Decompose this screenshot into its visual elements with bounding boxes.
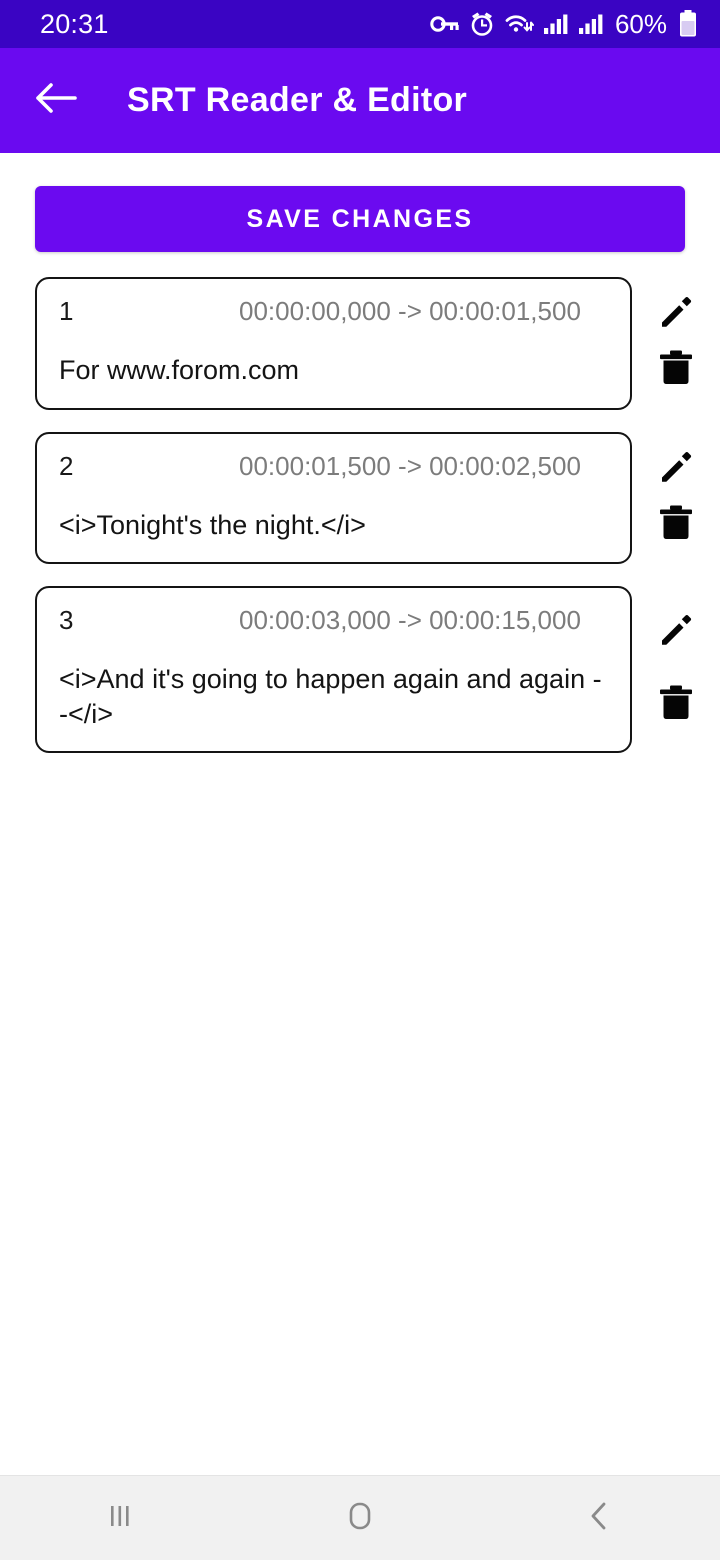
chevron-left-icon [583,1499,617,1538]
subtitle-list: 1 00:00:00,000 -> 00:00:01,500 For www.f… [0,252,720,754]
subtitle-text: <i>Tonight's the night.</i> [59,509,366,540]
recent-apps-icon [103,1499,137,1538]
subtitle-card-header: 3 00:00:03,000 -> 00:00:15,000 [59,605,608,636]
subtitle-card[interactable]: 2 00:00:01,500 -> 00:00:02,500 <i>Tonigh… [35,431,632,565]
subtitle-actions [632,277,720,410]
pencil-icon [655,609,697,656]
status-icon-group: 60% [430,9,698,40]
app-bar: SRT Reader & Editor [0,48,720,153]
subtitle-timestamp: 00:00:01,500 -> 00:00:02,500 [239,450,581,481]
delete-button[interactable] [650,679,702,731]
battery-icon [678,10,698,38]
subtitle-row: 3 00:00:03,000 -> 00:00:15,000 <i>And it… [0,586,720,754]
battery-percent-label: 60% [614,8,667,39]
back-button[interactable] [28,73,84,129]
edit-button[interactable] [650,289,702,341]
subtitle-timestamp: 00:00:00,000 -> 00:00:01,500 [239,296,581,326]
save-changes-button[interactable]: SAVE CHANGES [35,186,685,252]
subtitle-card-header: 2 00:00:01,500 -> 00:00:02,500 [59,451,608,482]
subtitle-index: 3 [59,605,74,636]
trash-icon [656,501,696,548]
subtitle-card[interactable]: 3 00:00:03,000 -> 00:00:15,000 <i>And it… [35,586,632,754]
subtitle-card[interactable]: 1 00:00:00,000 -> 00:00:01,500 For www.f… [35,277,632,410]
signal-2-icon [578,12,604,36]
edit-button[interactable] [650,606,702,658]
main-content: SAVE CHANGES 1 00:00:00,000 -> 00:00:01,… [0,153,720,1475]
signal-1-icon [543,12,569,36]
wifi-icon [504,12,534,37]
subtitle-row: 1 00:00:00,000 -> 00:00:01,500 For www.f… [0,277,720,410]
edit-button[interactable] [650,443,702,495]
subtitle-index: 1 [59,296,74,326]
trash-icon [656,346,696,393]
subtitle-actions [632,586,720,753]
recent-apps-button[interactable] [60,1483,180,1553]
vpn-key-icon [430,12,460,36]
subtitle-card-header: 1 00:00:00,000 -> 00:00:01,500 [59,296,608,327]
pencil-icon [655,446,697,493]
status-bar: 20:31 60% [0,0,720,48]
home-button[interactable] [300,1483,420,1553]
home-icon [342,1498,378,1539]
subtitle-row: 2 00:00:01,500 -> 00:00:02,500 <i>Tonigh… [0,431,720,565]
subtitle-actions [632,432,720,565]
phone-screen: 20:31 60% SRT Reader & Editor SAVE CHANG… [0,0,720,1560]
delete-button[interactable] [650,344,702,396]
nav-back-button[interactable] [540,1483,660,1553]
alarm-icon [469,11,495,37]
save-button-container: SAVE CHANGES [0,153,720,252]
trash-icon [656,681,696,728]
back-arrow-icon [33,80,79,121]
system-nav-bar [0,1475,720,1560]
status-clock: 20:31 [40,8,109,39]
subtitle-text: For www.forom.com [59,355,300,385]
pencil-icon [655,291,697,338]
subtitle-timestamp: 00:00:03,000 -> 00:00:15,000 [239,605,581,636]
subtitle-index: 2 [59,450,74,481]
delete-button[interactable] [650,498,702,550]
page-title: SRT Reader & Editor [127,81,468,119]
subtitle-text: <i>And it's going to happen again and ag… [59,664,602,729]
